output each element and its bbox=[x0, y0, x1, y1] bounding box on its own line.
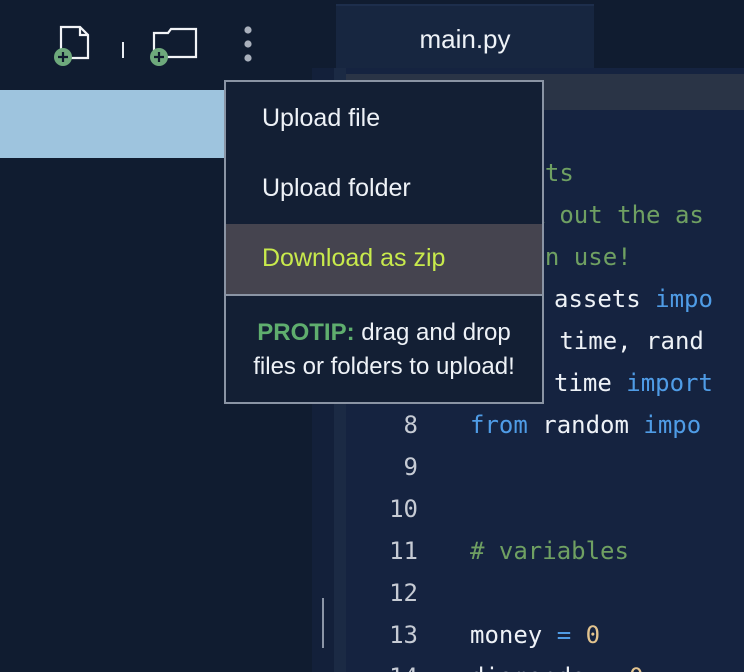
folder-plus-icon bbox=[150, 27, 198, 66]
code-token: 0 bbox=[585, 621, 601, 649]
more-options-button[interactable] bbox=[236, 24, 260, 64]
code-token: # variables bbox=[470, 537, 629, 565]
selected-file-row[interactable] bbox=[0, 90, 228, 158]
line-number: 14 bbox=[358, 656, 418, 672]
code-token: = bbox=[556, 621, 572, 649]
code-text: assets impo bbox=[554, 278, 713, 320]
line-number: 10 bbox=[389, 495, 418, 523]
line-number: 9 bbox=[403, 453, 418, 481]
code-token: = bbox=[600, 663, 614, 672]
editor-tab-strip: main.py bbox=[312, 0, 744, 68]
code-token: impo bbox=[643, 411, 702, 439]
sidebar-toolbar bbox=[0, 0, 312, 88]
protip-label: PROTIP: bbox=[257, 319, 355, 346]
tab-label: main.py bbox=[419, 24, 511, 54]
toolbar-divider bbox=[122, 42, 124, 58]
line-number: 11 bbox=[389, 537, 418, 565]
code-line: 8 from random impo bbox=[334, 404, 744, 446]
menu-divider bbox=[226, 294, 542, 296]
tab-main-py[interactable]: main.py bbox=[336, 4, 594, 68]
code-text: time import bbox=[554, 362, 713, 404]
code-text: ck out the as bbox=[516, 194, 704, 236]
upload-menu: Upload file Upload folder Download as zi… bbox=[224, 80, 544, 404]
menu-item-label: Upload folder bbox=[262, 174, 411, 202]
code-token: ck out the as bbox=[516, 201, 704, 229]
code-token: time bbox=[554, 369, 627, 397]
line-number: 13 bbox=[389, 621, 418, 649]
code-line: 9 bbox=[334, 446, 744, 488]
code-line: 11 # variables bbox=[334, 530, 744, 572]
sidebar-resize-handle[interactable] bbox=[322, 598, 324, 648]
menu-item-label: Upload file bbox=[262, 104, 381, 132]
code-line: 12 bbox=[334, 572, 744, 614]
code-token: money bbox=[470, 621, 557, 649]
code-text: rt time, rand bbox=[516, 320, 704, 362]
code-token: random bbox=[527, 411, 644, 439]
code-token: import bbox=[626, 369, 713, 397]
more-vertical-icon bbox=[244, 26, 252, 62]
code-token: assets bbox=[554, 285, 656, 313]
code-token: time, rand bbox=[544, 327, 704, 355]
menu-item-upload-file[interactable]: Upload file bbox=[226, 84, 542, 154]
code-line: 10 bbox=[334, 488, 744, 530]
code-line: 14 diamonds = 0 bbox=[334, 656, 744, 672]
code-text: # variables bbox=[470, 530, 629, 572]
code-text: diamonds = 0 bbox=[470, 656, 643, 672]
new-folder-button[interactable] bbox=[146, 24, 202, 70]
menu-item-upload-folder[interactable]: Upload folder bbox=[226, 154, 542, 224]
new-file-button[interactable] bbox=[50, 24, 94, 70]
code-text: money = 0 bbox=[470, 614, 600, 656]
protip-line-1: drag and drop bbox=[354, 319, 511, 346]
code-token: 0 bbox=[629, 663, 643, 672]
code-token: diamonds bbox=[470, 663, 600, 672]
line-number: 12 bbox=[389, 579, 418, 607]
protip-text: PROTIP: drag and drop files or folders t… bbox=[226, 316, 542, 384]
code-line: 13 money = 0 bbox=[334, 614, 744, 656]
code-token: from bbox=[470, 411, 528, 439]
menu-item-label: Download as zip bbox=[262, 244, 446, 272]
file-plus-icon bbox=[54, 25, 90, 66]
line-number: 8 bbox=[403, 411, 418, 439]
code-token: impo bbox=[655, 285, 713, 313]
protip-line-2: files or folders to upload! bbox=[253, 353, 515, 380]
code-text: from random impo bbox=[470, 404, 701, 446]
menu-item-download-zip[interactable]: Download as zip bbox=[226, 224, 542, 294]
